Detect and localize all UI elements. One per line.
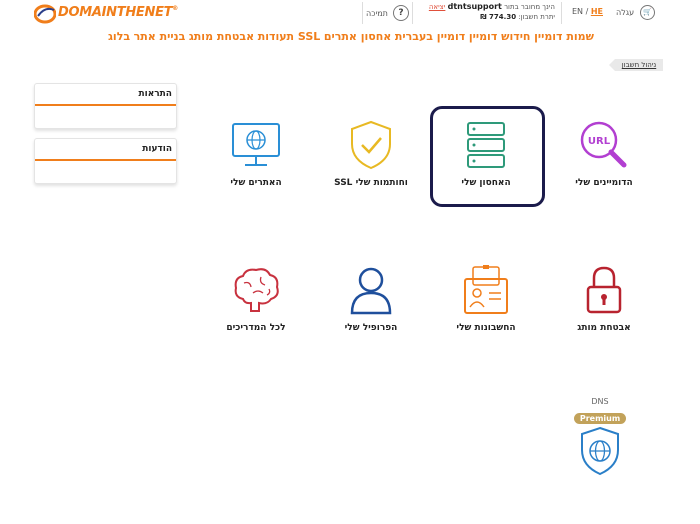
svg-text:URL: URL <box>588 136 611 147</box>
premium-badge: Premium <box>573 413 627 424</box>
tile-my-domains-label: הדומיינים שלי <box>575 178 633 188</box>
tile-my-accounts[interactable]: החשבונות שלי <box>431 263 541 359</box>
tile-all-guides-label: לכל המדריכים <box>226 323 286 333</box>
dns-label: DNS <box>591 397 609 406</box>
divider <box>362 2 363 24</box>
logo-swoosh-icon <box>33 4 57 24</box>
tile-my-sites[interactable]: האתרים שלי <box>201 118 311 214</box>
url-magnifier-icon: URL <box>580 121 627 168</box>
id-cards-icon <box>464 265 508 314</box>
language-switcher: EN / HE <box>572 7 603 16</box>
main-nav: שמות דומיין חידוש דומיין דומיין בעברית א… <box>108 30 594 46</box>
nav-domain-renewal[interactable]: חידוש דומיין <box>469 30 531 46</box>
nav-blog[interactable]: בלוג <box>108 30 130 46</box>
shield-check-icon <box>351 120 391 170</box>
balance-label: יתרת חשבון: <box>518 13 555 21</box>
user-icon <box>350 267 392 315</box>
help-icon: ? <box>392 5 409 21</box>
cart-icon: 🛒 <box>640 4 656 20</box>
logged-in-prefix: הינך מחובר בתור <box>504 3 555 11</box>
lang-he-link[interactable]: HE <box>591 7 603 16</box>
nav-domain-names[interactable]: שמות דומיין <box>534 30 594 46</box>
messages-title: הודעות <box>35 139 176 161</box>
site-logo[interactable]: DOMAINTHENET® <box>33 4 194 24</box>
divider <box>561 2 562 24</box>
username: dtntsupport <box>447 2 502 11</box>
padlock-icon <box>586 266 622 314</box>
tile-brand-security[interactable]: אבטחת מותג <box>549 263 659 359</box>
alerts-panel: התראות <box>34 83 177 129</box>
dns-premium-link[interactable]: DNS Premium <box>571 397 629 477</box>
tile-my-ssl-label: SSL וחותמות שלי <box>334 178 408 188</box>
account-info: הינך מחובר בתור dtntsupport יציאה יתרת ח… <box>420 2 555 26</box>
shield-globe-icon <box>581 426 619 476</box>
tile-my-hosting[interactable]: האחסון שלי <box>431 118 541 214</box>
lang-separator: / <box>583 7 591 16</box>
support-label: תמיכה <box>366 8 388 18</box>
nav-brand-protection[interactable]: אבטחת מותג <box>189 30 254 46</box>
cart-link[interactable]: 🛒 עגלה <box>616 4 666 20</box>
nav-web-hosting[interactable]: אחסון אתרים <box>324 30 391 46</box>
cart-label: עגלה <box>616 7 635 17</box>
brain-icon <box>234 268 279 312</box>
balance-value: 774.30 ₪ <box>480 13 517 21</box>
nav-ssl-certificates[interactable]: תעודות SSL <box>258 30 321 46</box>
support-link[interactable]: ? תמיכה <box>366 5 409 21</box>
tile-my-profile-label: הפרופיל שלי <box>344 323 398 333</box>
server-icon <box>467 122 505 168</box>
breadcrumb-account-management[interactable]: ניהול חשבון <box>609 59 663 71</box>
tile-my-accounts-label: החשבונות שלי <box>456 323 516 333</box>
tile-my-domains[interactable]: URL הדומיינים שלי <box>549 118 659 214</box>
tile-all-guides[interactable]: לכל המדריכים <box>201 263 311 359</box>
monitor-globe-icon <box>232 123 280 166</box>
tile-my-ssl[interactable]: SSL וחותמות שלי <box>316 118 426 214</box>
tile-my-hosting-label: האחסון שלי <box>461 178 511 188</box>
nav-hebrew-domain[interactable]: דומיין בעברית <box>395 30 465 46</box>
tile-brand-security-label: אבטחת מותג <box>577 323 631 333</box>
logout-link[interactable]: יציאה <box>429 3 446 11</box>
lang-en-link[interactable]: EN <box>572 7 583 16</box>
tile-my-profile[interactable]: הפרופיל שלי <box>316 263 426 359</box>
alerts-title: התראות <box>35 84 176 106</box>
tile-my-sites-label: האתרים שלי <box>230 178 282 188</box>
divider <box>412 2 413 24</box>
logo-text: DOMAINTHENET® <box>58 5 178 20</box>
messages-panel: הודעות <box>34 138 177 184</box>
nav-website-builder[interactable]: בניית אתר <box>134 30 186 46</box>
